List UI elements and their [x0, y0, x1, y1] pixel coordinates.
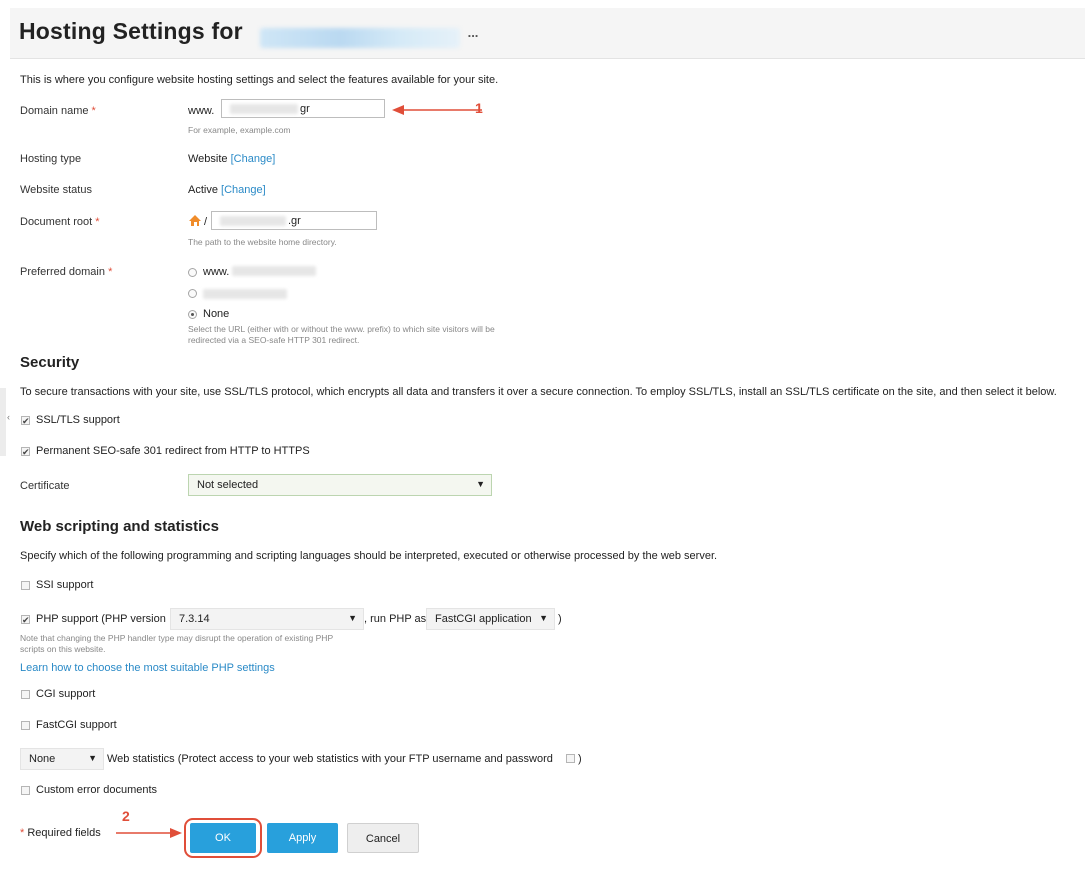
- domain-prefix: www.: [188, 105, 215, 117]
- required-mark: *: [108, 266, 113, 278]
- php-handler-select[interactable]: FastCGI application ▼: [426, 608, 555, 630]
- certificate-label: Certificate: [20, 480, 70, 492]
- preferred-domain-label-text: Preferred domain: [20, 266, 105, 278]
- side-panel-handle[interactable]: [0, 388, 6, 456]
- https-redirect-label: Permanent SEO-safe 301 redirect from HTT…: [36, 445, 310, 457]
- preferred-domain-bare-radio[interactable]: [188, 289, 197, 298]
- document-root-input[interactable]: .gr: [211, 211, 377, 230]
- home-icon: [189, 215, 201, 226]
- web-statistics-close: ): [578, 753, 582, 765]
- web-statistics-label: Web statistics (Protect access to your w…: [107, 753, 553, 765]
- custom-error-docs-checkbox[interactable]: [21, 786, 30, 795]
- certificate-select[interactable]: Not selected ▼: [188, 474, 492, 496]
- security-description: To secure transactions with your site, u…: [20, 386, 1057, 398]
- php-settings-learn-link[interactable]: Learn how to choose the most suitable PH…: [20, 662, 275, 674]
- php-handler-value: FastCGI application: [435, 613, 532, 625]
- domain-name-input[interactable]: gr: [221, 99, 385, 118]
- document-root-suffix: .gr: [288, 215, 301, 227]
- preferred-domain-label: Preferred domain *: [20, 266, 112, 278]
- php-version-value: 7.3.14: [179, 613, 210, 625]
- annotation-arrow-2: [116, 828, 182, 838]
- php-support-label: PHP support (PHP version: [36, 613, 166, 625]
- security-section-title: Security: [20, 354, 80, 371]
- protect-statistics-checkbox[interactable]: [566, 754, 575, 763]
- preferred-domain-www-label: www.: [203, 266, 230, 278]
- document-root-hint: The path to the website home directory.: [188, 237, 337, 247]
- redacted-domain-name: [260, 28, 460, 48]
- document-root-label-text: Document root: [20, 216, 93, 228]
- php-version-select[interactable]: 7.3.14 ▼: [170, 608, 364, 630]
- https-redirect-checkbox[interactable]: ✔: [21, 447, 30, 457]
- custom-error-docs-label: Custom error documents: [36, 784, 158, 796]
- required-fields-text: Required fields: [27, 827, 101, 839]
- redacted-path: [220, 216, 286, 226]
- redacted-domain: [232, 266, 316, 276]
- cancel-button[interactable]: Cancel: [347, 823, 419, 853]
- ok-button[interactable]: OK: [190, 823, 256, 853]
- website-status-value: Active [Change]: [188, 184, 266, 196]
- dropdown-arrow-icon: ▼: [476, 479, 485, 489]
- apply-button[interactable]: Apply: [267, 823, 338, 853]
- hosting-type-change-link[interactable]: [Change]: [231, 153, 276, 165]
- ssi-support-label: SSI support: [36, 579, 94, 591]
- dropdown-arrow-icon: ▼: [88, 753, 97, 763]
- ssl-support-checkbox[interactable]: ✔: [21, 416, 30, 426]
- website-status-label: Website status: [20, 184, 92, 196]
- preferred-domain-none-label: None: [203, 308, 230, 320]
- required-mark: *: [20, 827, 25, 839]
- required-fields-note: * Required fields: [20, 827, 101, 839]
- page-header: Hosting Settings for ...: [10, 8, 1085, 59]
- document-root-prefix: /: [204, 216, 208, 228]
- dropdown-arrow-icon: ▼: [348, 613, 357, 623]
- required-mark: *: [95, 216, 100, 228]
- php-support-checkbox[interactable]: ✔: [21, 615, 30, 625]
- php-note-2: scripts on this website.: [20, 644, 106, 654]
- domain-name-label-text: Domain name: [20, 105, 89, 117]
- scripting-description: Specify which of the following programmi…: [20, 550, 718, 562]
- php-close-paren: ): [558, 613, 562, 625]
- hosting-type-text: Website: [188, 153, 228, 165]
- redacted-domain: [230, 104, 298, 114]
- web-statistics-select[interactable]: None ▼: [20, 748, 104, 770]
- cgi-support-label: CGI support: [36, 688, 96, 700]
- fastcgi-support-label: FastCGI support: [36, 719, 117, 731]
- website-status-change-link[interactable]: [Change]: [221, 184, 266, 196]
- fastcgi-support-checkbox[interactable]: [21, 721, 30, 730]
- ssl-support-label: SSL/TLS support: [36, 414, 120, 426]
- domain-suffix: gr: [300, 103, 310, 115]
- php-note-1: Note that changing the PHP handler type …: [20, 633, 334, 643]
- preferred-domain-hint-2: redirected via a SEO-safe HTTP 301 redir…: [188, 335, 360, 345]
- annotation-label-1: 1: [475, 100, 483, 116]
- dropdown-arrow-icon: ▼: [539, 613, 548, 623]
- annotation-arrow-1: [392, 105, 482, 115]
- required-mark: *: [91, 105, 96, 117]
- scripting-section-title: Web scripting and statistics: [20, 518, 219, 535]
- page-title: Hosting Settings for: [19, 18, 243, 44]
- hosting-type-value: Website [Change]: [188, 153, 275, 165]
- domain-name-label: Domain name *: [20, 105, 96, 117]
- website-status-text: Active: [188, 184, 218, 196]
- document-root-label: Document root *: [20, 216, 100, 228]
- ssi-support-checkbox[interactable]: [21, 581, 30, 590]
- intro-text: This is where you configure website host…: [20, 74, 499, 86]
- certificate-value: Not selected: [197, 479, 259, 491]
- hosting-type-label: Hosting type: [20, 153, 82, 165]
- redacted-domain: [203, 289, 287, 299]
- domain-name-hint: For example, example.com: [188, 125, 291, 135]
- annotation-label-2: 2: [122, 808, 130, 824]
- cgi-support-checkbox[interactable]: [21, 690, 30, 699]
- web-statistics-value: None: [29, 753, 56, 765]
- hosting-settings-page: Hosting Settings for ... This is where y…: [10, 8, 1085, 873]
- run-php-as-label: , run PHP as: [364, 613, 427, 625]
- preferred-domain-none-radio[interactable]: [188, 310, 197, 319]
- more-actions-button[interactable]: ...: [465, 26, 481, 45]
- preferred-domain-hint-1: Select the URL (either with or without t…: [188, 324, 495, 334]
- preferred-domain-www-radio[interactable]: [188, 268, 197, 277]
